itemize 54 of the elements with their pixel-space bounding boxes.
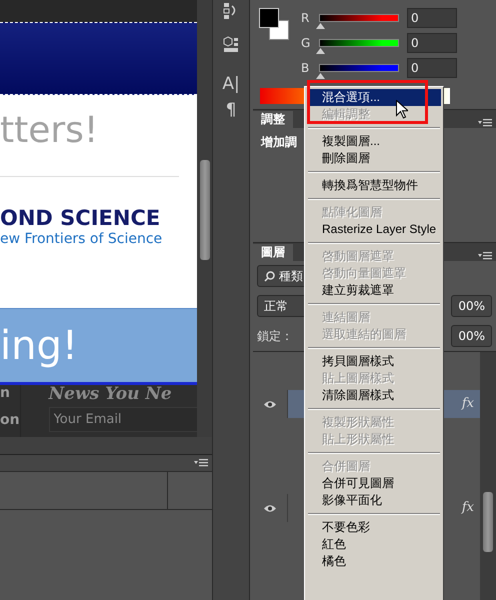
brand-name: OND SCIENCE	[0, 207, 162, 230]
menu-item[interactable]: 不要色彩	[307, 519, 441, 536]
mouse-cursor-icon	[396, 100, 408, 119]
menu-item[interactable]: 清除圖層樣式	[307, 387, 441, 404]
headline: tters!	[0, 109, 100, 152]
channel-value-field[interactable]: 0	[407, 58, 457, 78]
menu-item[interactable]: 建立剪裁遮罩	[307, 282, 441, 299]
fill-field[interactable]: 00%	[451, 325, 492, 347]
effects-label: fx	[462, 499, 474, 518]
color-swatches-drawing[interactable]	[259, 8, 291, 42]
opacity-field[interactable]: 00%	[451, 295, 492, 317]
slider-thumb[interactable]	[316, 48, 325, 54]
cube-icon[interactable]	[223, 36, 239, 54]
channel-label: G	[301, 35, 311, 52]
tool-icon[interactable]: ¶	[226, 100, 236, 121]
menu-item[interactable]: 複製圖層...	[307, 133, 441, 150]
menu-item[interactable]: 轉換爲智慧型物件	[307, 177, 441, 194]
menu-item[interactable]: 刪除圖層	[307, 150, 441, 167]
menu-item[interactable]: 紅色	[307, 536, 441, 553]
panel-tab[interactable]: 調整	[253, 111, 293, 128]
panel-tab[interactable]: 圖層	[253, 244, 293, 261]
channel-label: B	[301, 60, 310, 77]
lock-label: 鎖定：	[257, 328, 293, 345]
tool-icon[interactable]: A|	[222, 74, 240, 94]
eye-icon[interactable]	[263, 504, 277, 512]
slider-thumb[interactable]	[316, 73, 325, 79]
scroll-thumb[interactable]	[200, 160, 210, 260]
menu-item[interactable]: 合併可見圖層	[307, 475, 441, 492]
vertical-scrollbar[interactable]	[197, 0, 212, 437]
newsletter-heading: News You Ne	[48, 385, 173, 404]
slider-thumb[interactable]	[316, 23, 325, 29]
menu-item[interactable]: Rasterize Layer Style	[307, 221, 441, 238]
horizontal-scrollbar[interactable]	[0, 437, 212, 455]
menu-item[interactable]: 影像平面化	[307, 492, 441, 509]
footer-text: on	[0, 412, 20, 429]
email-field[interactable]: Your Email	[48, 406, 197, 432]
scroll-thumb[interactable]	[483, 492, 493, 552]
footer-text: n	[0, 385, 11, 402]
channel-value-field[interactable]: 0	[407, 8, 457, 28]
menu-item[interactable]: 混合選項...	[307, 89, 441, 106]
panel-menu-icon[interactable]	[478, 251, 492, 261]
menu-item[interactable]: 拷貝圖層樣式	[307, 353, 441, 370]
effects-label: fx	[462, 395, 474, 414]
panel-heading: 增加調	[261, 134, 297, 151]
channel-label: R	[301, 10, 310, 27]
channel-value-field[interactable]: 0	[407, 33, 457, 53]
panel-menu-icon[interactable]	[478, 118, 492, 128]
eye-icon[interactable]	[263, 400, 277, 408]
menu-item[interactable]: 橘色	[307, 553, 441, 570]
search-icon	[264, 270, 275, 282]
tagline: ew Frontiers of Science	[0, 230, 164, 248]
layers-scrollbar[interactable]	[480, 352, 496, 600]
panel-menu-icon[interactable]	[194, 458, 208, 468]
banner-text: ing!	[0, 322, 78, 370]
